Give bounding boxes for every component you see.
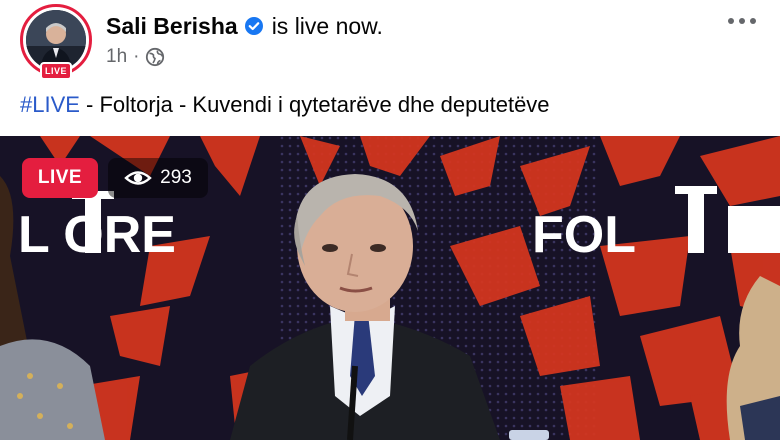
live-status-text: is live now. <box>271 12 383 39</box>
globe-icon[interactable] <box>145 47 165 67</box>
live-badge: LIVE <box>22 158 98 198</box>
avatar-image <box>26 10 86 70</box>
live-video-player[interactable]: L ORE FOL LIVE 293 <box>0 136 780 440</box>
eye-icon <box>124 169 152 187</box>
post-meta: 1h · <box>106 46 165 68</box>
more-horizontal-icon <box>727 17 757 25</box>
backdrop-right-text: FOL <box>532 206 636 264</box>
meta-separator: · <box>133 46 140 67</box>
more-options-button[interactable] <box>722 6 762 36</box>
post-timestamp[interactable]: 1h <box>106 46 127 68</box>
author-name[interactable]: Sali Berisha <box>106 13 238 40</box>
viewer-count-badge: 293 <box>108 158 208 198</box>
caption-text: - Foltorja - Kuvendi i qytetarëve dhe de… <box>79 92 550 117</box>
author-line: Sali Berisha is live now. <box>106 12 383 40</box>
post-header: LIVE Sali Berisha is live now. 1h · #LIV… <box>0 0 780 136</box>
avatar-live-label: LIVE <box>40 62 72 80</box>
post-caption: #LIVE - Foltorja - Kuvendi i qytetarëve … <box>20 90 550 120</box>
verified-badge-icon <box>244 16 264 36</box>
author-avatar[interactable]: LIVE <box>20 4 92 80</box>
viewer-count: 293 <box>160 167 192 188</box>
caption-hashtag-link[interactable]: #LIVE <box>20 92 80 117</box>
